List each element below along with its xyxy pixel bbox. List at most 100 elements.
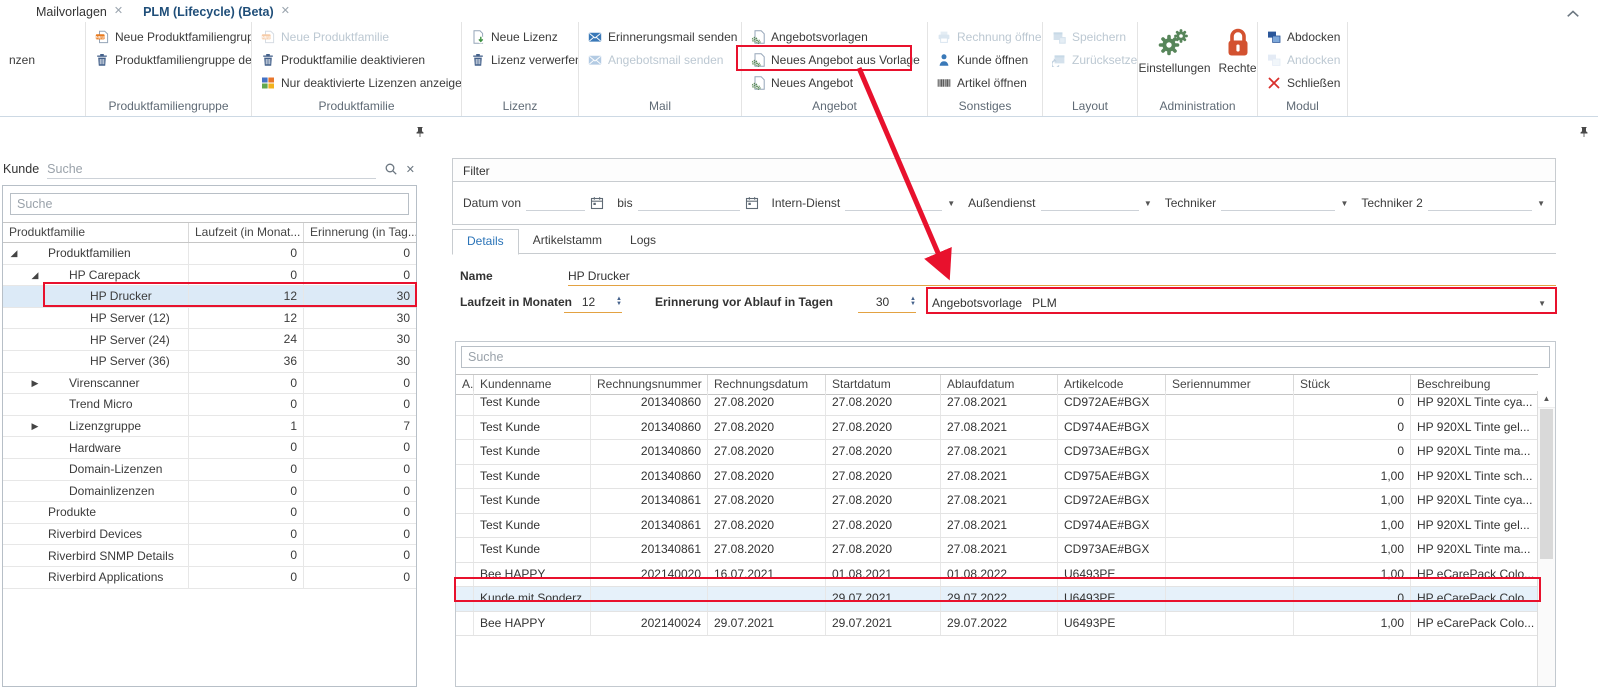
- tab-logs[interactable]: Logs: [616, 229, 670, 253]
- table-row[interactable]: Test Kunde20134086127.08.202027.08.20202…: [456, 538, 1538, 563]
- vertical-scrollbar[interactable]: ▲: [1537, 391, 1555, 686]
- table-search-input[interactable]: [461, 346, 1550, 368]
- zur-cksetzen-button[interactable]: Zurücksetzen: [1043, 48, 1137, 71]
- abdocken-button[interactable]: Abdocken: [1258, 25, 1347, 48]
- dropdown-arrow-icon[interactable]: ▼: [1340, 199, 1348, 208]
- artikel-ffnen-button[interactable]: Artikel öffnen: [928, 71, 1042, 94]
- angebotsvorlagen-button[interactable]: Angebotsvorlagen: [742, 25, 927, 48]
- nur-deaktivierte-lizenzen-anzeigen-button[interactable]: Nur deaktivierte Lizenzen anzeigen: [252, 71, 461, 94]
- search-icon[interactable]: [384, 162, 398, 176]
- expander-closed-icon[interactable]: ▶: [28, 416, 42, 436]
- tree-row-hp-server-24[interactable]: HP Server (24)2430: [3, 329, 416, 351]
- clipped-button-fragment[interactable]: nzen: [0, 48, 85, 71]
- andocken-button[interactable]: Andocken: [1258, 48, 1347, 71]
- techniker-2-input[interactable]: [1428, 196, 1532, 211]
- clear-search-icon[interactable]: ✕: [406, 163, 415, 176]
- schlie-en-button[interactable]: Schließen: [1258, 71, 1347, 94]
- tree-row-hp-server-12[interactable]: HP Server (12)1230: [3, 308, 416, 330]
- speichern-button[interactable]: Speichern: [1043, 25, 1137, 48]
- tree-column-header[interactable]: Erinnerung (in Tag...: [304, 223, 416, 242]
- dropdown-arrow-icon[interactable]: ▼: [947, 199, 955, 208]
- dropdown-arrow-icon[interactable]: ▼: [1538, 299, 1546, 308]
- table-row[interactable]: Test Kunde20134086027.08.202027.08.20202…: [456, 465, 1538, 490]
- dropdown-arrow-icon[interactable]: ▼: [1537, 199, 1545, 208]
- einstellungen-button[interactable]: Einstellungen: [1138, 27, 1210, 75]
- name-input[interactable]: HP Drucker: [568, 267, 1556, 286]
- tab-close-icon[interactable]: ✕: [281, 6, 290, 17]
- tree-row-riverbird-applications[interactable]: Riverbird Applications00: [3, 567, 416, 589]
- neues-angebot-button[interactable]: Neues Angebot: [742, 71, 927, 94]
- table-row[interactable]: Test Kunde20134086127.08.202027.08.20202…: [456, 514, 1538, 539]
- techniker-input[interactable]: [1221, 196, 1335, 211]
- rechte-button[interactable]: Rechte: [1219, 27, 1257, 75]
- neue-produktfamiliengruppe-button[interactable]: NEUNeue Produktfamiliengruppe: [86, 25, 251, 48]
- tab-details[interactable]: Details: [452, 229, 519, 255]
- intern-dienst-input[interactable]: [845, 196, 942, 211]
- rechnung-ffnen-button[interactable]: Rechnung öffnen: [928, 25, 1042, 48]
- produktfamilie-deaktivieren-button[interactable]: Produktfamilie deaktivieren: [252, 48, 461, 71]
- tree-row-virenscanner[interactable]: ▶Virenscanner00: [3, 373, 416, 395]
- kunde-ffnen-button[interactable]: Kunde öffnen: [928, 48, 1042, 71]
- table-cell: U6493PE: [1058, 587, 1166, 611]
- ribbon-collapse-button[interactable]: [1566, 7, 1580, 17]
- table-cell: Test Kunde: [474, 391, 591, 415]
- tree-row-produktfamilien[interactable]: ◢Produktfamilien00: [3, 243, 416, 265]
- tree-column-header[interactable]: Produktfamilie: [3, 223, 189, 242]
- tree-cell-label: ◢Produktfamilien: [3, 243, 189, 264]
- neue-lizenz-button[interactable]: Neue Lizenz: [462, 25, 578, 48]
- produktfamiliengruppe-deaktivieren-button[interactable]: Produktfamiliengruppe deaktivieren: [86, 48, 251, 71]
- neues-angebot-aus-vorlage-button[interactable]: Neues Angebot aus Vorlage: [742, 48, 927, 71]
- details-panel: Filter Datum vonbisIntern-Dienst▼Außendi…: [440, 117, 1598, 700]
- lizenz-verwerfen-button[interactable]: Lizenz verwerfen: [462, 48, 578, 71]
- tree-row-hp-carepack[interactable]: ◢HP Carepack00: [3, 265, 416, 287]
- neue-produktfamilie-button[interactable]: NEUNeue Produktfamilie: [252, 25, 461, 48]
- tree-row-lizenzgruppe[interactable]: ▶Lizenzgruppe17: [3, 416, 416, 438]
- stepper-arrows-icon[interactable]: ▲▼: [613, 297, 622, 307]
- datum-von-input[interactable]: [526, 196, 585, 211]
- dropdown-arrow-icon[interactable]: ▼: [1144, 199, 1152, 208]
- tree-search-input[interactable]: [10, 193, 409, 215]
- customer-search-input[interactable]: [47, 160, 376, 179]
- bis-input[interactable]: [638, 196, 740, 211]
- scroll-up-icon[interactable]: ▲: [1538, 391, 1555, 408]
- duration-stepper[interactable]: 12 ▲▼: [564, 291, 622, 313]
- pin-icon[interactable]: [414, 126, 426, 139]
- table-row[interactable]: Kunde mit Sonderz...29.07.202129.07.2022…: [456, 587, 1538, 612]
- tree-row-hardware[interactable]: Hardware00: [3, 437, 416, 459]
- erinnerungsmail-senden-button[interactable]: Erinnerungsmail senden: [579, 25, 741, 48]
- tree-column-header[interactable]: Laufzeit (in Monat...: [189, 223, 304, 242]
- table-row[interactable]: Test Kunde20134086027.08.202027.08.20202…: [456, 391, 1538, 416]
- tree-cell-label: Riverbird SNMP Details: [3, 545, 189, 566]
- offer-template-dropdown[interactable]: Angebotsvorlage PLM ▼: [926, 290, 1556, 316]
- scrollbar-thumb[interactable]: [1540, 409, 1553, 559]
- table-row[interactable]: Test Kunde20134086027.08.202027.08.20202…: [456, 416, 1538, 441]
- angebotsmail-senden-button[interactable]: Angebotsmail senden: [579, 48, 741, 71]
- tree-row-hp-server-36[interactable]: HP Server (36)3630: [3, 351, 416, 373]
- tab-artikelstamm[interactable]: Artikelstamm: [519, 229, 616, 253]
- table-cell: 201340861: [591, 514, 708, 538]
- tree-row-trend-micro[interactable]: Trend Micro00: [3, 394, 416, 416]
- table-cell: 01.08.2021: [826, 563, 941, 587]
- pin-icon[interactable]: [1578, 126, 1590, 139]
- tree-row-riverbird-devices[interactable]: Riverbird Devices00: [3, 524, 416, 546]
- tree-row-hp-drucker[interactable]: HP Drucker1230: [3, 286, 416, 308]
- tree-row-produkte[interactable]: Produkte00: [3, 502, 416, 524]
- table-cell: [456, 538, 474, 562]
- expander-open-icon[interactable]: ◢: [28, 265, 42, 285]
- table-row[interactable]: Test Kunde20134086027.08.202027.08.20202…: [456, 440, 1538, 465]
- tree-row-riverbird-snmp-details[interactable]: Riverbird SNMP Details00: [3, 545, 416, 567]
- table-cell: 27.08.2020: [708, 465, 826, 489]
- tree-row-domain-lizenzen[interactable]: Domain-Lizenzen00: [3, 459, 416, 481]
- table-row[interactable]: Bee HAPPY20214002429.07.202129.07.202129…: [456, 612, 1538, 637]
- reminder-stepper[interactable]: 30 ▲▼: [858, 291, 916, 313]
- table-cell: 27.08.2020: [826, 440, 941, 464]
- expander-open-icon[interactable]: ◢: [7, 243, 21, 263]
- tree-row-domainlizenzen[interactable]: Domainlizenzen00: [3, 481, 416, 503]
- tab-mailvorlagen[interactable]: Mailvorlagen✕: [26, 0, 133, 22]
- table-row[interactable]: Test Kunde20134086127.08.202027.08.20202…: [456, 489, 1538, 514]
- table-row[interactable]: Bee HAPPY20214002016.07.202101.08.202101…: [456, 563, 1538, 588]
- stepper-arrows-icon[interactable]: ▲▼: [907, 297, 916, 307]
- expander-closed-icon[interactable]: ▶: [28, 373, 42, 393]
- tab-close-icon[interactable]: ✕: [114, 6, 123, 17]
- au-endienst-input[interactable]: [1041, 196, 1139, 211]
